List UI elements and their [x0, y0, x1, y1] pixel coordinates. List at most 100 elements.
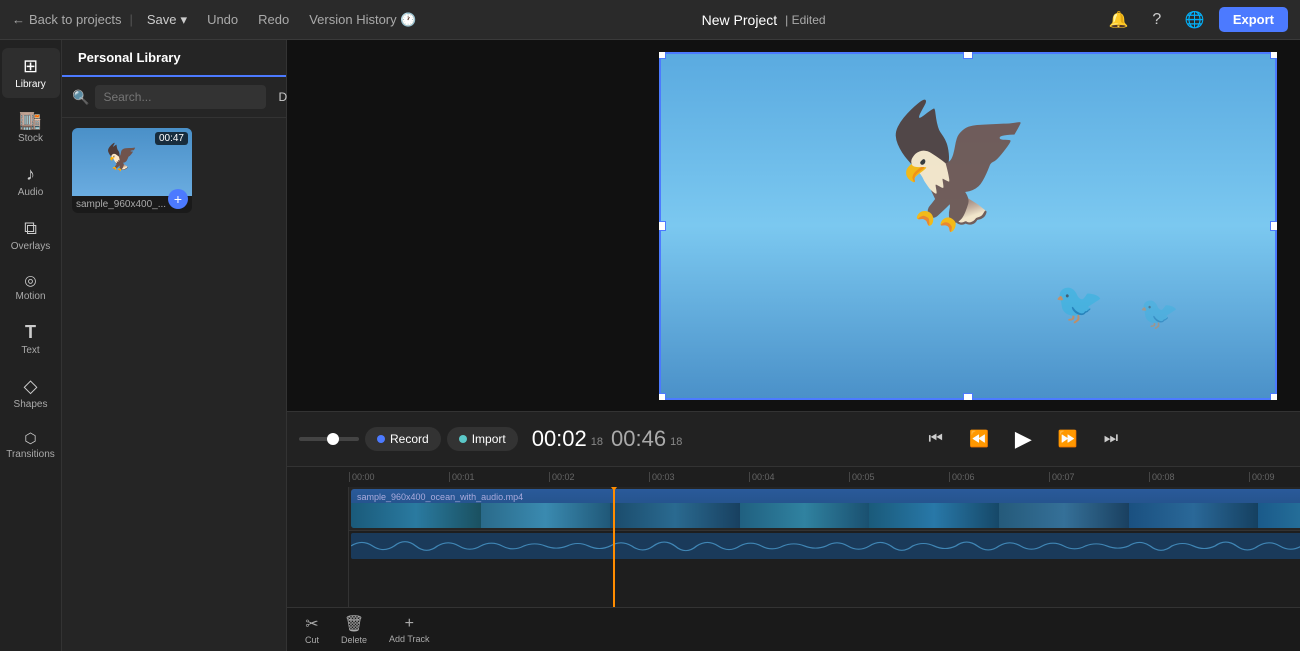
- ruler-mark: 00:09: [1249, 472, 1300, 482]
- audio-track: [349, 531, 1300, 561]
- audio-waveform: [351, 536, 1300, 556]
- ruler-mark: 00:02: [549, 472, 649, 482]
- sidebar: ⊞ Library 🏬 Stock ♪ Audio ⧉ Overlays ◎ M…: [0, 40, 62, 651]
- save-label: Save: [147, 12, 177, 27]
- svg-text:🦅: 🦅: [106, 141, 138, 172]
- total-fps: 18: [670, 436, 682, 448]
- topbar-right: 🔔 ? 🌐 Export: [1105, 6, 1288, 34]
- rewind-button[interactable]: ⏪: [963, 423, 995, 455]
- version-history-icon: 🕐: [400, 12, 416, 27]
- sidebar-item-stock[interactable]: 🏬 Stock: [2, 102, 60, 152]
- video-clip[interactable]: sample_960x400_ocean_with_audio.mp4: [351, 489, 1300, 528]
- back-label: Back to projects: [29, 12, 122, 27]
- undo-button[interactable]: Undo: [201, 9, 244, 30]
- sidebar-item-text[interactable]: T Text: [2, 314, 60, 364]
- import-label: Import: [472, 432, 506, 446]
- video-area: 🦅 🐦 🐦: [287, 40, 1300, 651]
- record-button[interactable]: Record: [365, 427, 441, 451]
- ruler-mark: 00:07: [1049, 472, 1149, 482]
- volume-slider[interactable]: [299, 437, 359, 441]
- bottom-toolbar: ✂ Cut 🗑 Delete + Add Track: [287, 607, 1300, 651]
- import-icon: [459, 435, 467, 443]
- delete-icon: 🗑: [344, 614, 364, 634]
- back-button[interactable]: ← Back to projects: [12, 12, 122, 27]
- export-button[interactable]: Export: [1219, 7, 1288, 32]
- fast-forward-button[interactable]: ⏩: [1052, 423, 1084, 455]
- topbar: ← Back to projects | Save ▾ Undo Redo Ve…: [0, 0, 1300, 40]
- sidebar-item-audio[interactable]: ♪ Audio: [2, 156, 60, 206]
- sidebar-item-shapes[interactable]: ◇ Shapes: [2, 368, 60, 418]
- overlays-icon: ⧉: [24, 218, 37, 239]
- sidebar-item-overlays[interactable]: ⧉ Overlays: [2, 210, 60, 260]
- sidebar-text-label: Text: [21, 345, 39, 356]
- topbar-separator: |: [130, 12, 133, 27]
- record-label: Record: [390, 432, 429, 446]
- ruler-marks: 00:00 00:01 00:02 00:03 00:04 00:05 00:0…: [349, 472, 1300, 482]
- timeline-content: sample_960x400_ocean_with_audio.mp4: [287, 487, 1300, 607]
- main-layout: ⊞ Library 🏬 Stock ♪ Audio ⧉ Overlays ◎ M…: [0, 40, 1300, 651]
- sidebar-item-library[interactable]: ⊞ Library: [2, 48, 60, 98]
- skip-to-start-button[interactable]: ⏮: [923, 424, 949, 454]
- ruler-mark: 00:06: [949, 472, 1049, 482]
- save-dropdown-icon: ▾: [181, 12, 188, 28]
- clip-name: sample_960x400_ocean_with_audio.mp4: [351, 492, 529, 502]
- ruler-mark: 00:03: [649, 472, 749, 482]
- time-display: 00:02 18 00:46 18: [532, 426, 683, 452]
- skip-to-end-button[interactable]: ⏭: [1098, 424, 1124, 454]
- import-button[interactable]: Import: [447, 427, 518, 451]
- svg-text:🦅: 🦅: [884, 94, 1033, 234]
- timeline: 00:00 00:01 00:02 00:03 00:04 00:05 00:0…: [287, 467, 1300, 607]
- sidebar-stock-label: Stock: [18, 133, 43, 144]
- library-search-bar: 🔍 Date ▾ ⊟: [62, 77, 286, 118]
- transitions-icon: ⬡: [24, 430, 36, 447]
- sidebar-item-transitions[interactable]: ⬡ Transitions: [2, 422, 60, 468]
- add-track-button[interactable]: + Add Track: [381, 611, 438, 648]
- volume-thumb[interactable]: [327, 433, 339, 445]
- ruler-mark: 00:04: [749, 472, 849, 482]
- delete-tool-button[interactable]: 🗑 Delete: [333, 610, 375, 649]
- cut-label: Cut: [305, 635, 319, 645]
- playhead[interactable]: [613, 487, 615, 607]
- audio-clip[interactable]: [351, 533, 1300, 559]
- version-history-label: Version History: [309, 12, 396, 27]
- save-button[interactable]: Save ▾: [141, 9, 193, 31]
- project-name: New Project: [702, 12, 777, 28]
- language-button[interactable]: 🌐: [1181, 6, 1209, 34]
- sidebar-item-motion[interactable]: ◎ Motion: [2, 264, 60, 310]
- add-to-timeline-button[interactable]: +: [168, 189, 188, 209]
- record-dot-icon: [377, 435, 385, 443]
- timeline-tracks: sample_960x400_ocean_with_audio.mp4: [349, 487, 1300, 607]
- personal-library-tab[interactable]: Personal Library: [62, 40, 286, 77]
- play-pause-button[interactable]: ▶: [1009, 420, 1038, 458]
- library-icon: ⊞: [23, 56, 38, 77]
- media-item[interactable]: 🦅 00:47 + sample_960x400_...: [72, 128, 192, 213]
- library-content: 🦅 00:47 + sample_960x400_...: [62, 118, 286, 651]
- back-arrow-icon: ←: [12, 12, 25, 27]
- text-icon: T: [25, 322, 36, 343]
- cut-tool-button[interactable]: ✂ Cut: [297, 610, 327, 649]
- ruler-mark: 00:01: [449, 472, 549, 482]
- video-preview: 🦅 🐦 🐦: [659, 52, 1277, 400]
- svg-text:🐦: 🐦: [1054, 282, 1104, 326]
- sidebar-overlays-label: Overlays: [11, 241, 50, 252]
- add-track-icon: +: [405, 615, 414, 633]
- transport-bar: Record Import 00:02 18 00:46 18 ⏮ ⏪ ▶: [287, 411, 1300, 467]
- redo-button[interactable]: Redo: [252, 9, 295, 30]
- thumbnail-duration: 00:47: [155, 132, 188, 145]
- current-time: 00:02: [532, 426, 587, 452]
- edited-status: | Edited: [785, 13, 825, 27]
- sidebar-shapes-label: Shapes: [14, 399, 48, 410]
- sidebar-audio-label: Audio: [18, 187, 44, 198]
- library-panel: Personal Library 🔍 Date ▾ ⊟: [62, 40, 287, 651]
- svg-text:🐦: 🐦: [1139, 295, 1179, 331]
- timeline-ruler: 00:00 00:01 00:02 00:03 00:04 00:05 00:0…: [287, 467, 1300, 487]
- shapes-icon: ◇: [24, 376, 38, 397]
- notifications-button[interactable]: 🔔: [1105, 6, 1133, 34]
- version-history-button[interactable]: Version History 🕐: [303, 9, 422, 31]
- video-track: sample_960x400_ocean_with_audio.mp4: [349, 487, 1300, 531]
- help-button[interactable]: ?: [1143, 6, 1171, 34]
- search-input[interactable]: [95, 85, 266, 109]
- ruler-mark: 00:05: [849, 472, 949, 482]
- transport-center: ⏮ ⏪ ▶ ⏩ ⏭: [692, 420, 1300, 458]
- stock-icon: 🏬: [19, 110, 41, 131]
